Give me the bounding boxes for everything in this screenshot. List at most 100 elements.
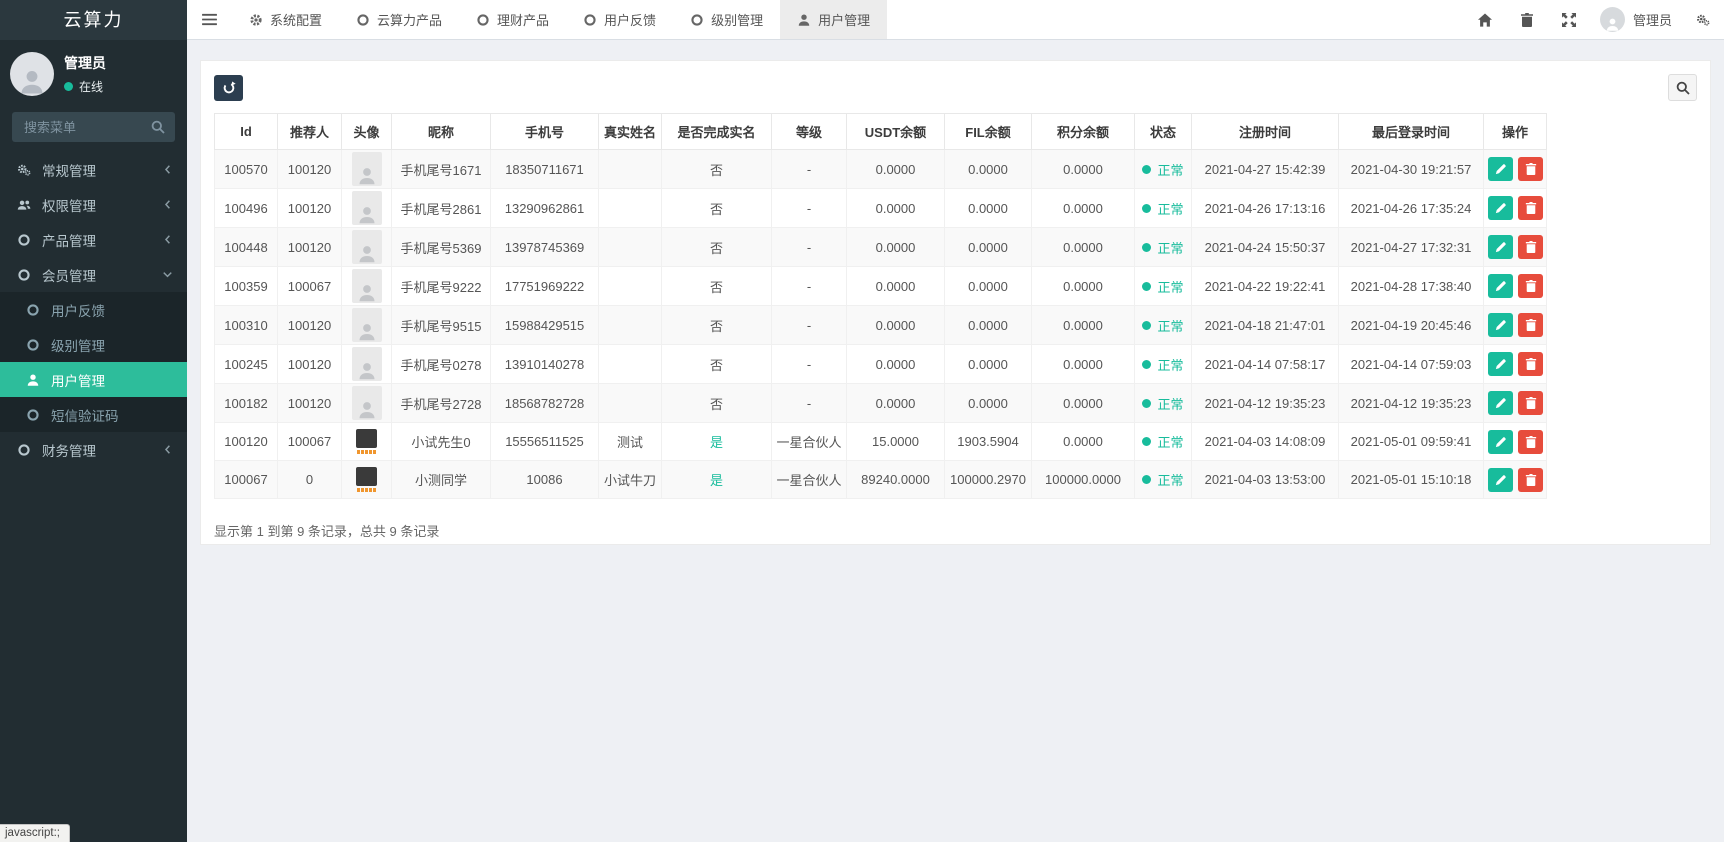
trash-icon[interactable] — [1506, 0, 1548, 39]
cell-avatar — [341, 266, 392, 306]
user-photo — [355, 467, 379, 492]
status-label: 正常 — [1157, 201, 1184, 217]
sidebar-item-level[interactable]: 级别管理 — [0, 327, 187, 362]
tab-level[interactable]: 级别管理 — [673, 0, 780, 39]
cell-realname — [598, 305, 662, 345]
table-search-button[interactable] — [1668, 74, 1697, 101]
edit-button[interactable] — [1488, 274, 1513, 298]
delete-button[interactable] — [1518, 391, 1543, 415]
edit-button[interactable] — [1488, 391, 1513, 415]
cell-referrer: 0 — [277, 460, 342, 499]
sidebar-item-product[interactable]: 产品管理 — [0, 222, 187, 257]
cell-level: - — [771, 305, 847, 345]
status-badge: 正常 — [1142, 394, 1184, 413]
table-body: 100570 100120 手机尾号1671 18350711671 否 -0.0000 0… — [214, 149, 1547, 499]
cell-id: 100067 — [214, 460, 278, 499]
cell-usdt: 0.0000 — [846, 344, 945, 384]
table-toolbar — [214, 74, 1697, 101]
cell-avatar — [341, 305, 392, 345]
search-icon[interactable] — [151, 120, 165, 134]
refresh-button[interactable] — [214, 74, 243, 101]
users-table: Id 推荐人 头像 昵称 手机号 真实姓名 是否完成实名 等级 USDT余额 FIL余额 积分余额状… — [214, 113, 1547, 499]
column-header: 状态 — [1134, 113, 1192, 150]
tab-user[interactable]: 用户管理 — [780, 0, 888, 39]
sidebar-toggle-button[interactable] — [187, 0, 232, 39]
circle-icon — [15, 268, 32, 282]
cell-ops — [1483, 344, 1547, 384]
cell-last: 2021-04-12 19:35:23 — [1338, 383, 1484, 423]
cell-nickname: 小测同学 — [391, 460, 491, 499]
cell-usdt: 0.0000 — [846, 227, 945, 267]
edit-button[interactable] — [1488, 196, 1513, 220]
edit-button[interactable] — [1488, 235, 1513, 259]
delete-button[interactable] — [1518, 274, 1543, 298]
sidebar-user-panel: 管理员 在线 — [0, 40, 187, 106]
cell-level: - — [771, 227, 847, 267]
sidebar-item-general[interactable]: 常规管理 — [0, 152, 187, 187]
navbar-user-label: 管理员 — [1632, 13, 1672, 28]
delete-button[interactable] — [1518, 467, 1543, 492]
home-icon[interactable] — [1464, 0, 1506, 39]
user-info: 管理员 在线 — [64, 53, 106, 95]
cell-id: 100448 — [214, 227, 278, 267]
sidebar-item-feedback[interactable]: 用户反馈 — [0, 292, 187, 327]
cell-id: 100496 — [214, 188, 278, 228]
tab-wealth-product[interactable]: 理财产品 — [459, 0, 566, 39]
delete-button[interactable] — [1518, 235, 1543, 259]
edit-button[interactable] — [1488, 429, 1513, 454]
cell-nickname: 手机尾号2728 — [391, 383, 491, 423]
fullscreen-icon[interactable] — [1548, 0, 1590, 39]
menu-search-input[interactable] — [22, 118, 151, 136]
cell-reg: 2021-04-03 13:53:00 — [1191, 460, 1339, 499]
user-status: 在线 — [64, 78, 106, 95]
cell-realname: 小试牛刀 — [598, 460, 662, 499]
navbar-user-menu[interactable]: 管理员 — [1590, 0, 1682, 39]
column-header: 等级 — [771, 113, 847, 150]
delete-button[interactable] — [1518, 157, 1543, 181]
cell-id: 100245 — [214, 344, 278, 384]
delete-button[interactable] — [1518, 352, 1543, 376]
cell-id: 100359 — [214, 266, 278, 306]
sidebar-item-label: 常规管理 — [42, 163, 96, 179]
column-header: FIL余额 — [944, 113, 1032, 150]
status-label: 正常 — [1157, 162, 1184, 178]
settings-gears-icon[interactable] — [1682, 0, 1724, 39]
cell-points: 0.0000 — [1031, 344, 1135, 384]
cell-id: 100182 — [214, 383, 278, 423]
edit-button[interactable] — [1488, 157, 1513, 181]
tab-system-config[interactable]: 系统配置 — [232, 0, 339, 39]
tab-label: 用户反馈 — [604, 13, 657, 28]
cell-id: 100570 — [214, 149, 278, 189]
status-label: 正常 — [1157, 473, 1184, 488]
users-icon — [15, 198, 32, 212]
sidebar-item-member[interactable]: 会员管理 — [0, 257, 187, 292]
column-header: Id — [214, 113, 278, 150]
edit-button[interactable] — [1488, 467, 1513, 492]
cell-realname — [598, 383, 662, 423]
cell-referrer: 100120 — [277, 188, 342, 228]
edit-button[interactable] — [1488, 352, 1513, 376]
status-label: 正常 — [1157, 318, 1184, 334]
delete-button[interactable] — [1518, 196, 1543, 220]
sidebar-item-label: 用户管理 — [51, 373, 105, 389]
delete-button[interactable] — [1518, 429, 1543, 454]
sidebar-item-finance[interactable]: 财务管理 — [0, 432, 187, 467]
sidebar-item-user[interactable]: 用户管理 — [0, 362, 187, 397]
cell-referrer: 100067 — [277, 266, 342, 306]
chevron-left-icon — [162, 200, 172, 209]
status-badge: 正常 — [1142, 238, 1184, 257]
delete-button[interactable] — [1518, 313, 1543, 337]
column-header: 是否完成实名 — [661, 113, 772, 150]
cell-last: 2021-04-26 17:35:24 — [1338, 188, 1484, 228]
app-root: 云算力 管理员 在线 常规管理权限管理产品管理会员管理用户反馈级别管理用户管理短… — [0, 0, 1724, 842]
tab-cloud-product[interactable]: 云算力产品 — [339, 0, 459, 39]
cell-nickname: 手机尾号0278 — [391, 344, 491, 384]
sidebar-item-sms[interactable]: 短信验证码 — [0, 397, 187, 432]
cell-points: 100000.0000 — [1031, 460, 1135, 499]
brand-logo[interactable]: 云算力 — [0, 0, 187, 40]
edit-button[interactable] — [1488, 313, 1513, 337]
sidebar-item-permission[interactable]: 权限管理 — [0, 187, 187, 222]
table-row: 100570 100120 手机尾号1671 18350711671 否 -0.0000 0… — [214, 149, 1547, 189]
tab-feedback[interactable]: 用户反馈 — [566, 0, 673, 39]
circle-icon — [15, 443, 32, 457]
